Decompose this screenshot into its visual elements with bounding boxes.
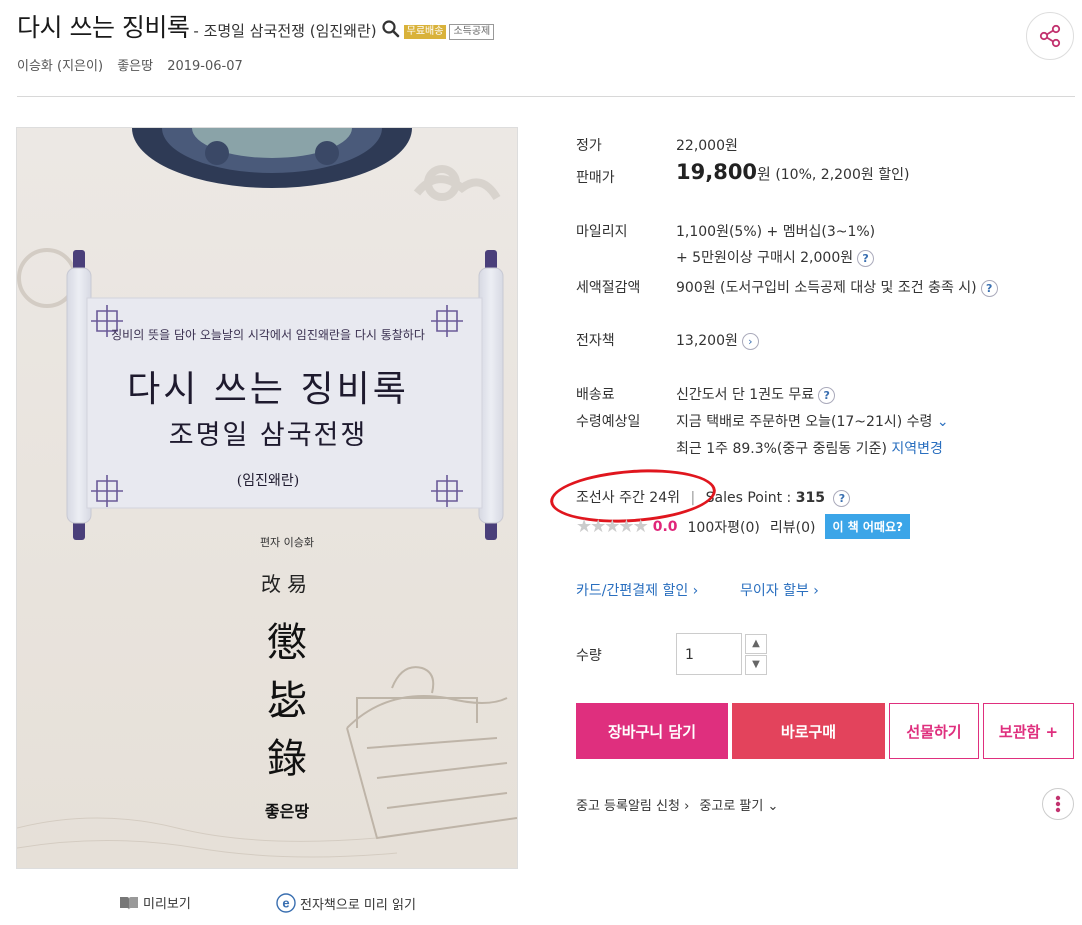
help-icon[interactable]: ?	[857, 249, 875, 267]
search-icon[interactable]	[381, 19, 401, 39]
help-icon[interactable]: ?	[980, 279, 998, 297]
sales-point-value: 315	[795, 490, 825, 506]
sale-price-value: 19,800	[676, 160, 758, 184]
rating-row: ★ ★ ★ ★ ★ 0.0 100자평(0) 리뷰(0) 이 책 어때요?	[576, 514, 910, 539]
shipping-label: 배송료	[576, 387, 615, 403]
star-icon: ★	[576, 516, 592, 537]
quantity-increase-button[interactable]: ▲	[745, 634, 767, 654]
book-icon	[119, 895, 139, 911]
installment-link[interactable]: 무이자 할부 ›	[740, 580, 819, 600]
rating-count-link[interactable]: 100자평(0)	[688, 517, 760, 537]
card-discount-link[interactable]: 카드/간편결제 할인 ›	[576, 580, 698, 600]
list-price-value: 22,000원	[676, 138, 738, 154]
cover-tagline: 징비의 뜻을 담아 오늘날의 시각에서 임진왜란을 다시 통찰하다	[111, 328, 425, 342]
ebook-label: 전자책	[576, 333, 615, 349]
ebook-price[interactable]: 13,200원	[676, 333, 738, 349]
wishlist-button[interactable]: 보관함 +	[983, 703, 1074, 759]
tax-label: 세액절감액	[576, 280, 641, 296]
chevron-down-icon[interactable]: ⌄	[768, 799, 779, 814]
gift-button[interactable]: 선물하기	[889, 703, 979, 759]
delivery-value[interactable]: 지금 택배로 주문하면 오늘(17~21시) 수령	[676, 414, 932, 430]
cover-hanja-1: 懲	[267, 620, 307, 666]
chevron-right-icon[interactable]: ›	[741, 332, 759, 350]
mileage-value-1: 1,100원(5%) + 멤버십(3~1%)	[676, 224, 876, 240]
cover-author: 편자 이승화	[259, 536, 315, 549]
tax-value: 900원 (도서구입비 소득공제 대상 및 조건 충족 시)	[676, 280, 977, 296]
free-shipping-badge: 무료배송	[403, 25, 447, 39]
author-link[interactable]: 이승화 (지은이)	[17, 59, 103, 74]
add-to-cart-button[interactable]: 장바구니 담기	[576, 703, 728, 759]
rating-score: 0.0	[652, 518, 678, 535]
card-discount-label: 카드/간편결제 할인	[576, 583, 689, 599]
cover-title: 다시 쓰는 징비록	[127, 369, 409, 410]
cover-paren: (임진왜란)	[236, 473, 300, 489]
svg-text:e: e	[282, 896, 289, 911]
cover-subtitle: 조명일 삼국전쟁	[168, 420, 368, 451]
list-price-label: 정가	[576, 138, 602, 154]
installment-label: 무이자 할부	[740, 583, 809, 599]
sale-price-label: 판매가	[576, 170, 615, 186]
quantity-label: 수량	[576, 648, 602, 664]
page-title: 다시 쓰는 징비록	[17, 13, 190, 42]
ebook-preview-label: 전자책으로 미리 읽기	[300, 897, 416, 913]
quantity-decrease-button[interactable]: ▼	[745, 655, 767, 675]
used-alert-link[interactable]: 중고 등록알림 신청	[576, 799, 680, 814]
region-change-link[interactable]: 지역변경	[891, 441, 943, 457]
ebook-icon: e	[276, 893, 296, 913]
book-meta: 이승화 (지은이) 좋은땅 2019-06-07	[17, 55, 253, 74]
share-button[interactable]	[1026, 12, 1074, 60]
sale-price-unit: 원	[757, 165, 771, 183]
help-icon[interactable]: ?	[833, 489, 851, 507]
star-icon: ★	[632, 516, 649, 537]
star-icon: ★	[590, 516, 606, 537]
more-options-button[interactable]	[1042, 788, 1074, 820]
header-divider	[17, 96, 1075, 97]
sales-point-label: Sales Point :	[705, 490, 792, 506]
book-cover[interactable]: 징비의 뜻을 담아 오늘날의 시각에서 임진왜란을 다시 통찰하다 다시 쓰는 …	[16, 127, 518, 869]
cover-hanja-small: 改易	[261, 572, 313, 596]
mileage-label: 마일리지	[576, 224, 628, 240]
publisher-link[interactable]: 좋은땅	[117, 59, 153, 74]
discount-info: (10%, 2,200원 할인)	[775, 167, 910, 183]
preview-label: 미리보기	[143, 897, 191, 912]
how-is-this-book-button[interactable]: 이 책 어때요?	[825, 514, 910, 539]
help-icon[interactable]: ?	[818, 386, 836, 404]
cover-hanja-2: 毖	[267, 678, 307, 724]
delivery-rate: 최근 1주 89.3%(중구 중림동 기준)	[676, 441, 887, 457]
ebook-preview-link[interactable]: e 전자책으로 미리 읽기	[276, 893, 416, 913]
buy-now-button[interactable]: 바로구매	[732, 703, 885, 759]
used-row: 중고 등록알림 신청 › 중고로 팔기 ⌄	[576, 799, 779, 814]
share-icon	[1039, 24, 1061, 48]
star-icon: ★	[604, 516, 620, 537]
review-count-link[interactable]: 리뷰(0)	[770, 517, 816, 537]
quantity-input[interactable]: 1	[676, 633, 742, 675]
more-vertical-icon	[1055, 795, 1061, 813]
star-icon: ★	[618, 516, 634, 537]
title-row: 다시 쓰는 징비록 - 조명일 삼국전쟁 (임진왜란) 무료배송 소득공제	[17, 8, 495, 44]
delivery-label: 수령예상일	[576, 414, 641, 430]
tax-deduction-badge: 소득공제	[449, 24, 495, 40]
used-sell-link[interactable]: 중고로 팔기	[699, 799, 763, 814]
chevron-down-icon[interactable]: ⌄	[937, 414, 949, 430]
cover-hanja-3: 錄	[267, 736, 307, 782]
mileage-value-2: + 5만원이상 구매시 2,000원	[676, 250, 854, 266]
shipping-value: 신간도서 단 1권도 무료	[676, 387, 815, 403]
cover-publisher: 좋은땅	[264, 802, 310, 821]
preview-link[interactable]: 미리보기	[119, 893, 191, 912]
publish-date: 2019-06-07	[167, 59, 243, 74]
book-subtitle: - 조명일 삼국전쟁 (임진왜란)	[193, 22, 377, 40]
